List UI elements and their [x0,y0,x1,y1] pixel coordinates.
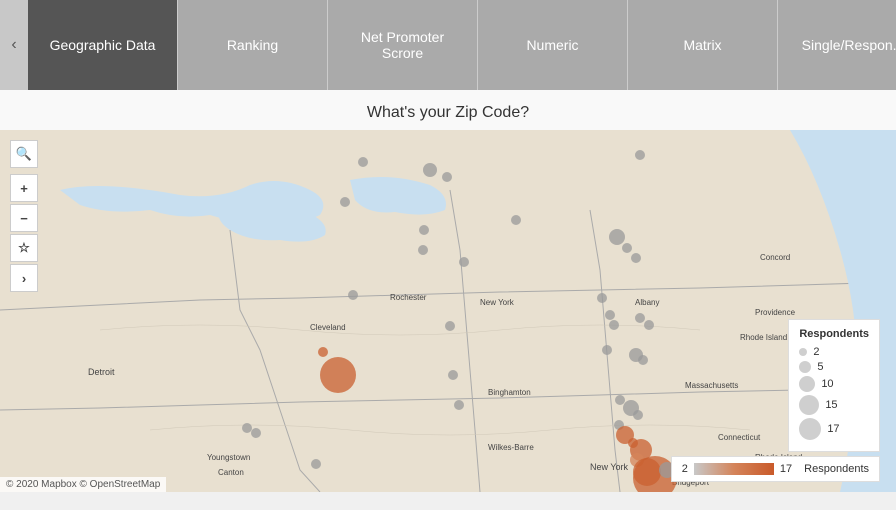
legend-circle-10 [799,376,815,392]
data-point-17 [635,313,645,323]
legend-circle-15 [799,395,819,415]
data-point-5 [419,225,429,235]
data-point-3 [635,150,645,160]
legend-item-15: 15 [799,395,869,415]
tab-matrix[interactable]: Matrix [628,0,778,90]
zoom-in-button[interactable]: + [10,174,38,202]
svg-text:Massachusetts: Massachusetts [685,381,738,390]
data-point-12 [597,293,607,303]
data-point-6 [511,215,521,225]
data-point-38 [251,428,261,438]
color-legend-label: Respondents [804,463,869,475]
data-point-16 [609,320,619,330]
legend-item-5: 5 [799,361,869,373]
svg-text:New York: New York [590,462,629,472]
data-point-24 [448,370,458,380]
svg-text:Cleveland: Cleveland [310,323,346,332]
svg-text:Detroit: Detroit [88,367,115,377]
map-background: Detroit Cleveland Canton Youngstown Bing… [0,130,896,492]
data-point-21 [638,355,648,365]
data-point-13 [348,290,358,300]
map-search-button[interactable]: 🔍 [10,140,38,168]
svg-text:Connecticut: Connecticut [718,433,761,442]
tab-nps[interactable]: Net Promoter Scrore [328,0,478,90]
map-arrow-button[interactable]: › [10,264,38,292]
legend-value-15: 15 [825,399,837,411]
data-point-7 [609,229,625,245]
data-point-11 [459,257,469,267]
data-point-8 [622,243,632,253]
map-controls: 🔍 + − ☆ › [10,140,38,292]
data-point-10 [418,245,428,255]
svg-text:Youngstown: Youngstown [207,453,250,462]
data-point-9 [631,253,641,263]
legend-title: Respondents [799,328,869,340]
map-container[interactable]: Detroit Cleveland Canton Youngstown Bing… [0,130,896,492]
legend-item-17: 17 [799,418,869,440]
map-favorite-button[interactable]: ☆ [10,234,38,262]
legend-item-2: 2 [799,346,869,358]
data-point-23 [320,357,356,393]
data-point-25 [454,400,464,410]
svg-text:Rhode Island: Rhode Island [740,333,787,342]
data-point-14 [445,321,455,331]
data-point-15 [605,310,615,320]
tab-geographic[interactable]: Geographic Data [28,0,178,90]
color-legend-min: 2 [682,463,688,475]
legend-value-10: 10 [821,378,833,390]
tab-bar: ‹ Geographic Data Ranking Net Promoter S… [0,0,896,90]
legend-value-2: 2 [813,346,819,358]
zoom-out-button[interactable]: − [10,204,38,232]
data-point-28 [633,410,643,420]
color-legend: 2 17 Respondents [671,456,880,482]
legend-circle-5 [799,361,811,373]
legend-value-5: 5 [817,361,823,373]
color-legend-bar [694,463,774,475]
legend-value-17: 17 [827,423,839,435]
data-point-2 [442,172,452,182]
data-point-1 [423,163,437,177]
tab-numeric[interactable]: Numeric [478,0,628,90]
question-title: What's your Zip Code? [0,90,896,130]
data-point-18 [644,320,654,330]
svg-text:Providence: Providence [755,308,796,317]
svg-text:Binghamton: Binghamton [488,388,531,397]
prev-tab-button[interactable]: ‹ [0,0,28,90]
data-point-22 [318,347,328,357]
tab-ranking[interactable]: Ranking [178,0,328,90]
svg-text:Albany: Albany [635,298,659,307]
legend-circle-2 [799,348,807,356]
legend-item-10: 10 [799,376,869,392]
legend-circle-17 [799,418,821,440]
color-legend-max: 17 [780,463,792,475]
data-point-19 [602,345,612,355]
data-point-0 [358,157,368,167]
tab-single[interactable]: Single/Respon... [778,0,896,90]
data-point-39 [311,459,321,469]
svg-text:Rochester: Rochester [390,293,427,302]
svg-text:Concord: Concord [760,253,790,262]
data-point-4 [340,197,350,207]
svg-text:New York: New York [480,298,515,307]
svg-text:Wilkes-Barre: Wilkes-Barre [488,443,534,452]
bubble-legend: Respondents 2 5 10 15 17 [788,319,880,452]
svg-text:Canton: Canton [218,468,244,477]
map-attribution: © 2020 Mapbox © OpenStreetMap [0,477,166,492]
